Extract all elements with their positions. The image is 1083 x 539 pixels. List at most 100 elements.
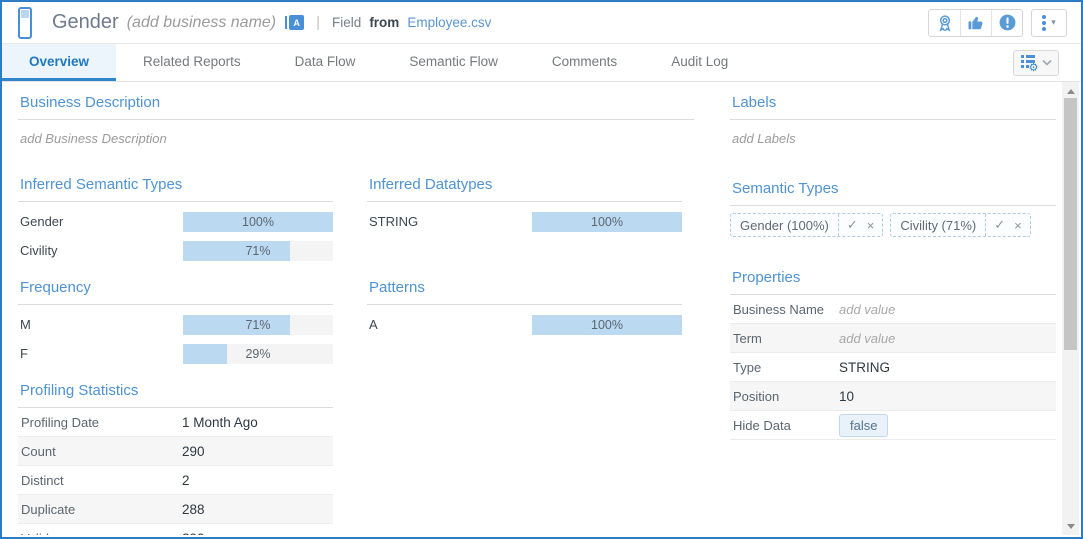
property-value-placeholder[interactable]: add value [839,302,895,317]
header-action-group [928,9,1023,37]
from-label: from [369,15,399,30]
stat-value: 1 Month Ago [182,415,258,430]
chevron-down-icon: ▾ [1051,17,1056,28]
labels-placeholder[interactable]: add Labels [732,131,1056,146]
stat-value: 288 [182,502,205,517]
frequency-bar-row: F 29% [18,339,333,368]
bar-label: F [18,346,183,361]
tab-bar: Overview Related Reports Data Flow Seman… [2,44,1081,82]
table-row: Profiling Date 1 Month Ago [18,408,333,437]
property-label: Term [730,331,839,346]
source-file-link[interactable]: Employee.csv [407,15,491,30]
field-column-icon [18,7,32,39]
section-frequency: Frequency M 71% F [18,279,333,368]
property-value: 10 [839,389,854,404]
hide-data-toggle[interactable]: false [839,414,888,437]
stat-label: Count [18,444,182,459]
bar-label: Gender [18,214,183,229]
inferred-datatypes-title: Inferred Datatypes [367,176,682,202]
view-settings-button[interactable]: ⚙ [1013,50,1059,76]
percent-bar: 71% [183,315,333,335]
vertical-scrollbar[interactable] [1062,82,1079,535]
inner-left-column: Inferred Semantic Types Gender 100% Civ [18,176,333,535]
table-row: Valid 290 [18,524,333,535]
semantic-type-bar-row: Gender 100% [18,207,333,236]
approve-check-icon[interactable]: ✓ [847,217,858,233]
tab-data-flow[interactable]: Data Flow [268,44,383,81]
stat-label: Valid [18,531,182,536]
table-row: Duplicate 288 [18,495,333,524]
section-inferred-datatypes: Inferred Datatypes STRING 100% [367,176,682,236]
section-patterns: Patterns A 100% [367,279,682,339]
tab-related-reports[interactable]: Related Reports [116,44,268,81]
datatype-bar-row: STRING 100% [367,207,682,236]
stat-label: Distinct [18,473,182,488]
business-name-placeholder[interactable]: (add business name) [127,14,276,32]
header: Gender (add business name) A | Field fro… [2,2,1081,44]
property-value: STRING [839,360,890,375]
scroll-down-arrow[interactable] [1062,519,1079,533]
scrollbar-thumb[interactable] [1064,98,1077,350]
property-label: Business Name [730,302,839,317]
remove-x-icon[interactable]: × [867,218,875,233]
properties-title: Properties [730,269,1056,295]
tab-semantic-flow[interactable]: Semantic Flow [382,44,525,81]
endorse-button[interactable] [960,10,991,36]
semantic-type-bar-row: Civility 71% [18,236,333,265]
labels-title: Labels [730,94,1056,120]
percent-value: 29% [183,344,333,364]
bar-label: M [18,317,183,332]
business-description-placeholder[interactable]: add Business Description [20,131,694,146]
app-window: Gender (add business name) A | Field fro… [0,0,1083,539]
table-row: Term add value [730,324,1056,353]
semantic-type-chip[interactable]: Civility (71%) ✓ × [890,213,1030,237]
header-divider: | [316,14,320,31]
percent-bar: 29% [183,344,333,364]
stat-value: 290 [182,444,205,459]
property-value-placeholder[interactable]: add value [839,331,895,346]
table-row: Count 290 [18,437,333,466]
tab-audit-log[interactable]: Audit Log [644,44,755,81]
semantic-type-chip[interactable]: Gender (100%) ✓ × [730,213,883,237]
datatype-badge: A [285,15,304,30]
chip-actions: ✓ × [985,214,1030,236]
issue-button[interactable] [991,10,1022,36]
pattern-bar-row: A 100% [367,310,682,339]
chip-label: Gender (100%) [731,218,838,233]
approve-check-icon[interactable]: ✓ [994,217,1005,233]
percent-value: 100% [532,212,682,232]
table-row: Distinct 2 [18,466,333,495]
tab-overview[interactable]: Overview [2,44,116,81]
scroll-up-arrow[interactable] [1062,84,1079,98]
stat-value: 2 [182,473,190,488]
stat-label: Profiling Date [18,415,182,430]
bar-label: STRING [367,214,532,229]
thumbs-up-icon [966,13,986,33]
percent-value: 71% [183,315,333,335]
remove-x-icon[interactable]: × [1014,218,1022,233]
section-inferred-semantic-types: Inferred Semantic Types Gender 100% Civ [18,176,333,265]
section-labels: Labels add Labels [730,94,1056,146]
section-profiling-statistics: Profiling Statistics Profiling Date 1 Mo… [18,382,333,535]
chevron-down-icon [1042,59,1052,66]
right-column: Labels add Labels Semantic Types Gender … [730,94,1056,535]
bar-label: A [367,317,532,332]
tab-comments[interactable]: Comments [525,44,644,81]
list-settings-icon: ⚙ [1021,55,1037,70]
certify-button[interactable] [929,10,960,36]
entity-kind-label: Field [332,15,361,30]
exclamation-circle-icon [998,13,1017,32]
percent-value: 100% [532,315,682,335]
section-properties: Properties Business Name add value Term … [730,269,1056,440]
more-options-button[interactable]: ▾ [1031,9,1067,37]
bar-label: Civility [18,243,183,258]
section-semantic-types: Semantic Types Gender (100%) ✓ × Civilit… [730,180,1056,237]
stat-label: Duplicate [18,502,182,517]
section-business-description: Business Description add Business Descri… [18,94,694,146]
kebab-menu-icon [1042,15,1046,31]
page-title: Gender [52,11,119,34]
percent-value: 100% [183,212,333,232]
property-label: Hide Data [730,418,839,433]
chip-label: Civility (71%) [891,218,985,233]
left-main-column: Business Description add Business Descri… [18,94,694,535]
